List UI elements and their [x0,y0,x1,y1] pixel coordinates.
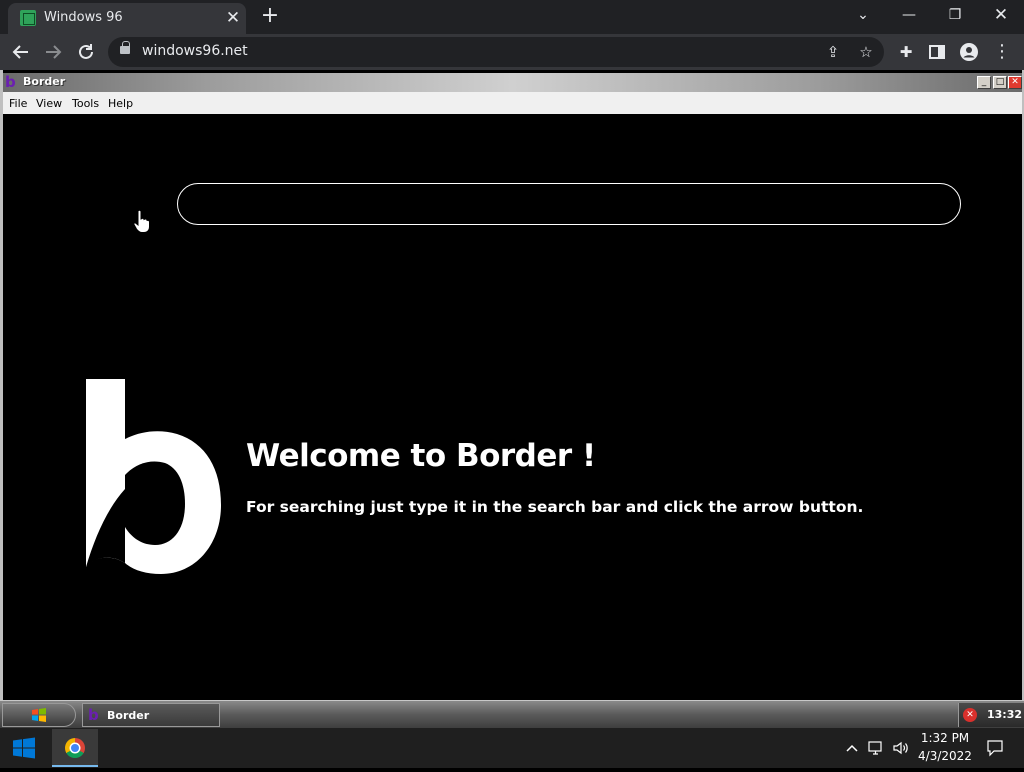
border-logo-icon [86,379,221,574]
arrow-right-icon [46,45,62,59]
window-title: Border [23,75,66,88]
hand-cursor-icon [133,210,150,233]
window-titlebar[interactable]: b Border _ □ ✕ [3,73,1022,92]
browser-tab[interactable]: Windows 96 ✕ [8,3,246,34]
profile-icon[interactable] [956,39,982,65]
w96-task-border[interactable]: b Border [82,703,220,727]
minimize-window-button[interactable]: — [886,0,932,30]
menu-view[interactable]: View [36,97,62,110]
tab-title: Windows 96 [44,10,123,25]
taskbar-time[interactable]: 1:32 PM [918,731,972,745]
w96-task-label: Border [107,709,150,722]
address-bar[interactable]: windows96.net ⇪ ☆ [108,37,884,67]
border-app-window: b Border _ □ ✕ File View Tools Help Welc… [0,70,1024,700]
menu-file[interactable]: File [9,97,27,110]
instructions-text: For searching just type it in the search… [246,498,864,516]
arrow-left-icon [12,45,28,59]
search-input[interactable] [177,183,961,225]
new-tab-button[interactable]: + [258,5,282,29]
error-icon[interactable]: ✕ [963,708,977,722]
notification-icon[interactable] [986,739,1004,757]
reload-button[interactable] [73,39,99,65]
welcome-heading: Welcome to Border ! [246,438,596,474]
menu-help[interactable]: Help [108,97,133,110]
forward-button[interactable] [40,39,66,65]
side-panel-icon[interactable] [924,39,950,65]
windows96-favicon-icon [20,10,36,26]
volume-icon[interactable] [892,739,910,757]
lock-icon[interactable] [120,41,130,54]
window-menubar: File View Tools Help [3,92,1022,114]
w96-taskbar: b Border ✕ 13:32 [0,700,1024,728]
window-minimize-button[interactable]: _ [977,76,991,89]
close-window-button[interactable]: ✕ [978,0,1024,30]
network-icon[interactable] [867,739,885,757]
restore-window-button[interactable]: ❐ [932,0,978,30]
windows-flag-icon [32,708,46,722]
browser-tab-strip: Windows 96 ✕ + ⌄ — ❐ ✕ [0,0,1024,34]
window-maximize-button[interactable]: □ [993,76,1007,89]
window-close-button[interactable]: ✕ [1008,76,1022,89]
taskbar-date[interactable]: 4/3/2022 [914,749,976,763]
w96-start-button[interactable] [2,703,76,727]
star-icon[interactable]: ☆ [853,39,879,65]
share-icon[interactable]: ⇪ [820,39,846,65]
extensions-puzzle-icon[interactable]: ✚ [893,39,919,65]
border-app-icon: b [88,706,99,724]
chevron-up-icon[interactable] [843,739,861,757]
chrome-taskbar-button[interactable] [52,729,98,767]
menu-tools[interactable]: Tools [72,97,99,110]
w96-system-tray: ✕ 13:32 [958,703,1024,727]
tab-search-chevron-icon[interactable]: ⌄ [840,0,886,30]
chrome-icon [65,738,85,758]
border-app-content: Welcome to Border ! For searching just t… [3,114,1022,700]
windows-logo-icon [13,737,35,759]
tab-close-icon[interactable]: ✕ [222,7,244,29]
windows-taskbar: 1:32 PM 4/3/2022 [0,728,1024,768]
border-app-icon: b [5,73,16,91]
browser-toolbar: windows96.net ⇪ ☆ ✚ ⋮ [0,34,1024,70]
url-text[interactable]: windows96.net [142,43,248,59]
w96-clock: 13:32 [987,708,1023,721]
reload-icon [79,44,93,59]
kebab-menu-icon[interactable]: ⋮ [989,39,1015,65]
start-button[interactable] [0,728,48,768]
back-button[interactable] [8,39,34,65]
